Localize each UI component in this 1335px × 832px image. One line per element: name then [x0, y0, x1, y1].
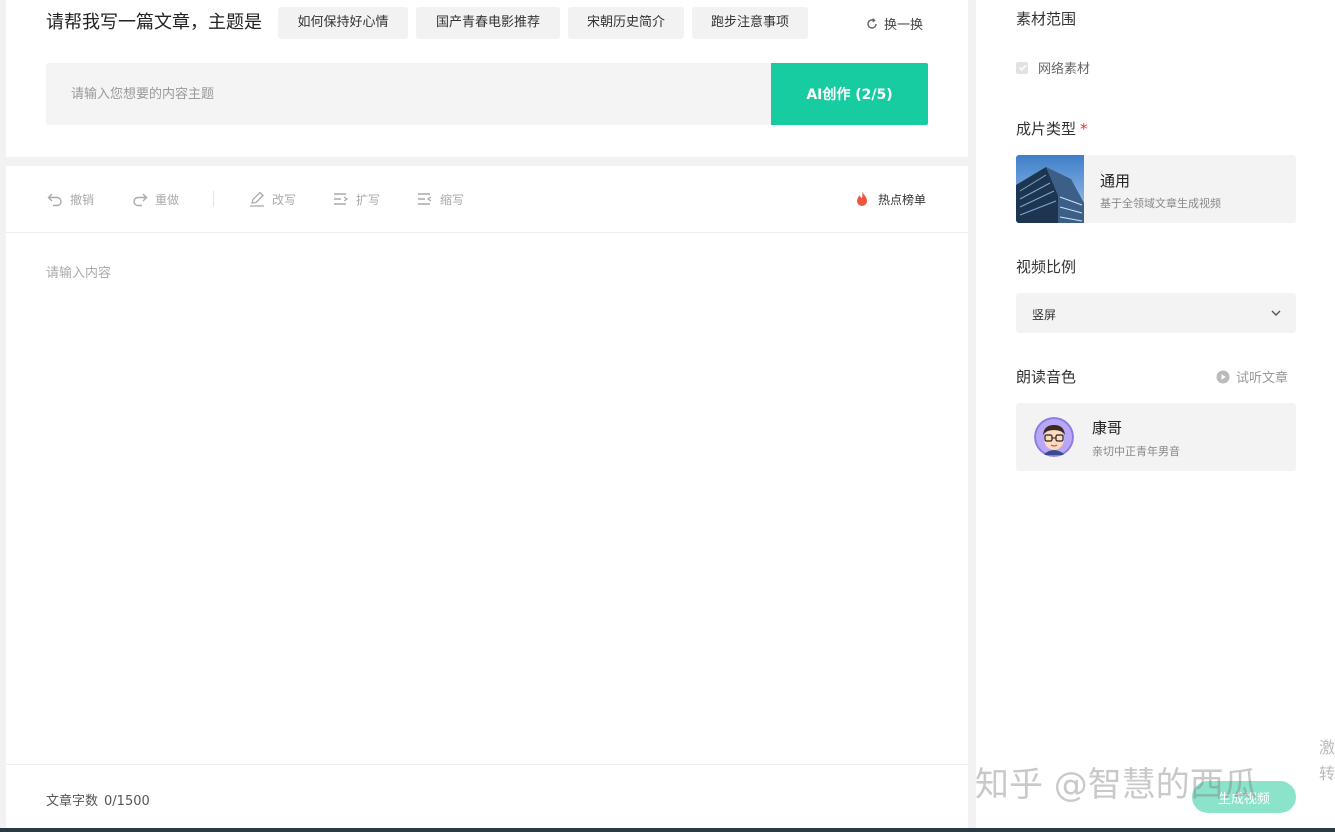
expand-label: 扩写: [356, 192, 381, 207]
ai-create-button[interactable]: AI创作 (2/5): [771, 63, 928, 125]
editor-card: 撤销 重做 改写 扩写 缩写 热点榜单 请输入内容 文章字数 0/1500: [6, 166, 968, 828]
refresh-icon: [867, 17, 877, 29]
article-editor[interactable]: [46, 262, 926, 742]
generate-video-button[interactable]: 生成视频: [1192, 781, 1296, 813]
listen-article-button[interactable]: 试听文章: [1216, 367, 1288, 386]
type-title: 成片类型 *: [1016, 118, 1088, 139]
redo-button[interactable]: 重做: [131, 190, 179, 208]
ratio-select[interactable]: 竖屏: [1016, 293, 1296, 333]
editor-toolbar: 撤销 重做 改写 扩写 缩写 热点榜单: [6, 166, 968, 233]
word-count-label: 文章字数: [46, 794, 99, 809]
pen-icon: [250, 191, 264, 207]
editor-footer-divider: [6, 764, 968, 765]
material-title: 素材范围: [1016, 10, 1077, 28]
play-circle-icon: [1216, 370, 1230, 383]
voice-title: 朗读音色: [1016, 368, 1077, 386]
hot-list-button[interactable]: 热点榜单: [854, 190, 926, 208]
redo-label: 重做: [155, 192, 180, 207]
video-type-card[interactable]: 通用 基于全领域文章生成视频: [1016, 155, 1296, 223]
type-title-text: 成片类型: [1016, 120, 1077, 138]
topic-input[interactable]: [46, 63, 772, 125]
word-count-value: 0/1500: [104, 794, 150, 809]
clipped-edge-text: 激转: [1319, 738, 1335, 783]
avatar: [1034, 417, 1074, 457]
type-thumbnail: [1016, 155, 1084, 223]
required-mark: *: [1080, 120, 1088, 138]
type-name: 通用: [1100, 172, 1131, 190]
voice-card[interactable]: 康哥 亲切中正青年男音: [1016, 403, 1296, 471]
material-option-web[interactable]: 网络素材: [1016, 58, 1090, 77]
rewrite-label: 改写: [272, 192, 297, 207]
undo-button[interactable]: 撤销: [46, 190, 94, 208]
hot-list-label: 热点榜单: [878, 192, 927, 207]
topic-chip-song-history[interactable]: 宋朝历史简介: [568, 7, 684, 39]
prompt-card: 请帮我写一篇文章，主题是 如何保持好心情 国产青春电影推荐 宋朝历史简介 跑步注…: [6, 0, 968, 157]
check-icon: [1018, 64, 1026, 71]
flame-icon: [857, 191, 867, 206]
shorten-button[interactable]: 缩写: [416, 190, 464, 208]
prompt-label: 请帮我写一篇文章，主题是: [46, 12, 262, 33]
shorten-icon: [418, 193, 432, 205]
topic-chip-running[interactable]: 跑步注意事项: [692, 7, 808, 39]
voice-name: 康哥: [1092, 419, 1123, 437]
word-count: 文章字数 0/1500: [46, 790, 156, 809]
refresh-topics-button[interactable]: 换一换: [866, 14, 923, 33]
redo-icon: [133, 193, 148, 207]
shorten-label: 缩写: [440, 192, 465, 207]
type-description: 基于全领域文章生成视频: [1100, 197, 1221, 210]
rewrite-button[interactable]: 改写: [248, 190, 296, 208]
refresh-label: 换一换: [884, 18, 924, 33]
listen-label: 试听文章: [1236, 371, 1289, 386]
voice-description: 亲切中正青年男音: [1092, 445, 1180, 458]
undo-label: 撤销: [70, 192, 95, 207]
topic-chip-mood[interactable]: 如何保持好心情: [278, 7, 408, 39]
chevron-down-icon: [1271, 310, 1281, 316]
material-option-label: 网络素材: [1038, 62, 1091, 77]
settings-panel: 素材范围 网络素材 成片类型 * 通用 基于全领域文章生成视频 视频比例 竖屏 …: [976, 0, 1335, 832]
ratio-title: 视频比例: [1016, 258, 1077, 276]
expand-button[interactable]: 扩写: [332, 190, 380, 208]
ratio-value: 竖屏: [1032, 308, 1057, 322]
bottom-taskbar-edge: [0, 828, 1335, 832]
toolbar-divider: [213, 191, 214, 207]
undo-icon: [47, 193, 62, 207]
topic-chip-movies[interactable]: 国产青春电影推荐: [416, 7, 560, 39]
expand-icon: [334, 193, 349, 205]
material-checkbox[interactable]: [1016, 61, 1028, 74]
